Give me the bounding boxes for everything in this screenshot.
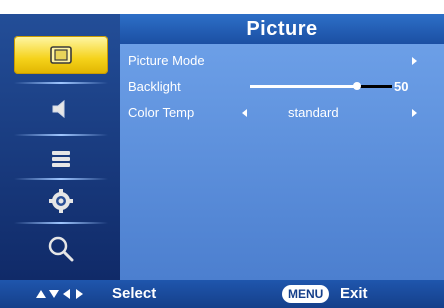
settings-bars-icon: [52, 151, 70, 167]
select-hint: Select: [112, 285, 157, 302]
search-icon: [48, 236, 74, 262]
footer-bar: Select MENU Exit: [0, 280, 444, 308]
arrow-left-icon: [63, 289, 70, 299]
backlight-slider-knob[interactable]: [352, 82, 361, 90]
color-temp-value: standard: [288, 105, 339, 120]
picture-icon: [50, 46, 72, 64]
arrow-up-icon: [36, 290, 46, 298]
navigation-arrows-icon: [36, 286, 96, 302]
menu-panel: Picture Mode Backlight 50 Color Temp sta…: [120, 44, 444, 280]
page-title: Picture: [246, 18, 318, 40]
menu-item-label: Backlight: [128, 79, 181, 94]
sidebar-item-setup[interactable]: [14, 140, 108, 178]
tv-osd-window: Picture Picture Mode Backlight 50 Color …: [0, 0, 444, 308]
menu-key-badge: MENU: [282, 285, 330, 303]
menu-item-picture-mode[interactable]: Picture Mode: [120, 50, 444, 72]
menu-item-label: Color Temp: [128, 105, 195, 120]
sidebar-item-options[interactable]: [14, 182, 108, 220]
sidebar: [0, 14, 120, 280]
chevron-left-icon[interactable]: [242, 109, 247, 117]
sidebar-divider: [14, 82, 108, 84]
chevron-right-icon[interactable]: [412, 57, 417, 65]
speaker-icon: [52, 99, 65, 119]
gear-icon: [49, 189, 73, 213]
chevron-right-icon[interactable]: [412, 109, 417, 117]
sidebar-item-picture[interactable]: [14, 36, 108, 74]
menu-item-backlight[interactable]: Backlight 50: [120, 76, 444, 98]
exit-hint: Exit: [340, 285, 368, 302]
sidebar-divider: [14, 222, 108, 224]
sidebar-item-sound[interactable]: [14, 90, 108, 128]
arrow-right-icon: [76, 289, 83, 299]
arrow-down-icon: [49, 290, 59, 298]
sidebar-divider: [14, 134, 108, 136]
sidebar-divider: [14, 178, 108, 180]
sidebar-item-search[interactable]: [14, 230, 108, 268]
title-bar: Picture: [120, 14, 444, 44]
backlight-slider-remaining: [356, 85, 392, 88]
backlight-value: 50: [394, 79, 409, 94]
menu-item-color-temp[interactable]: Color Temp standard: [120, 102, 444, 124]
menu-item-label: Picture Mode: [128, 53, 205, 68]
